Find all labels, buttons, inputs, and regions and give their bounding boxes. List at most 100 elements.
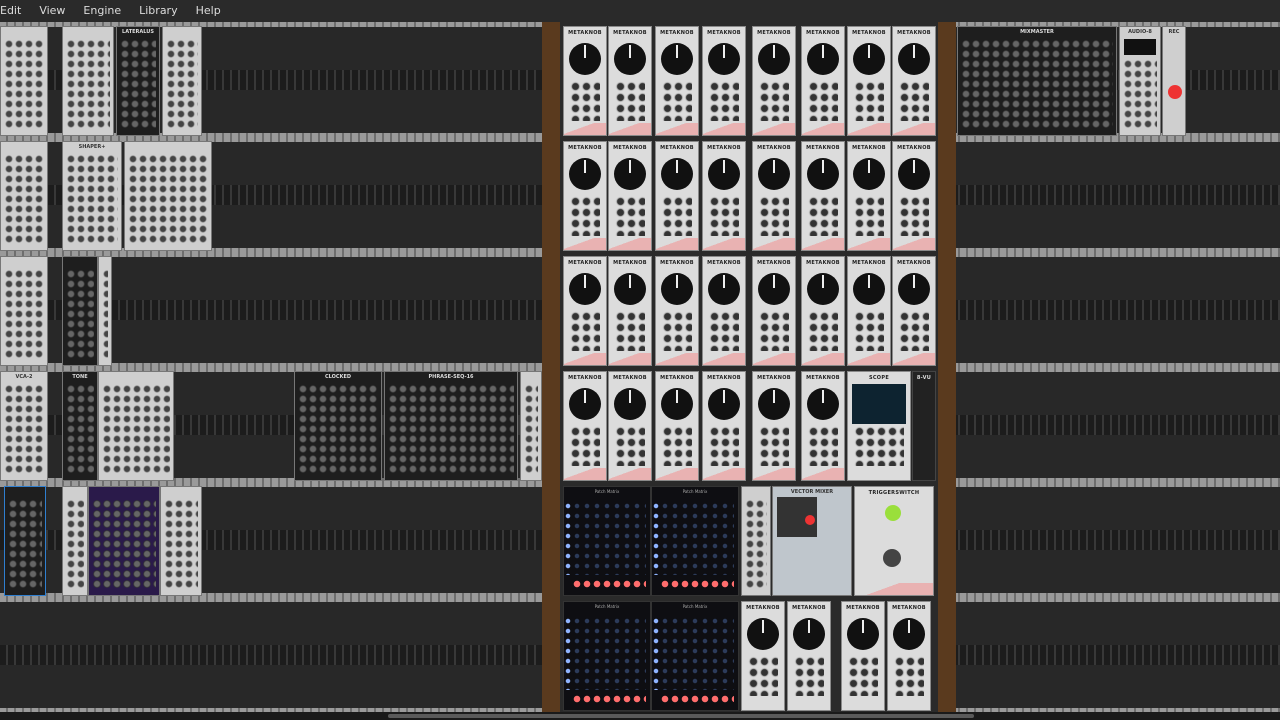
menu-engine[interactable]: Engine <box>74 0 130 22</box>
metaknob-module[interactable]: METAKNOB <box>752 141 796 251</box>
knob[interactable] <box>614 273 646 305</box>
metaknob-module[interactable]: METAKNOB <box>741 601 785 711</box>
patch-matrix[interactable]: Patch Matrix <box>563 486 651 596</box>
knob[interactable] <box>898 273 930 305</box>
metaknob-module[interactable]: METAKNOB <box>801 256 845 366</box>
metaknob-module[interactable]: METAKNOB <box>702 371 746 481</box>
module-vca[interactable]: VCA-2 <box>0 371 48 481</box>
knob[interactable] <box>807 388 839 420</box>
knob[interactable] <box>614 43 646 75</box>
menu-edit[interactable]: Edit <box>0 0 30 22</box>
knob[interactable] <box>747 618 779 650</box>
module-left-2a[interactable] <box>0 141 48 251</box>
knob[interactable] <box>898 43 930 75</box>
module-vector-mixer[interactable]: VECTOR MIXER <box>772 486 852 596</box>
metaknob-module[interactable]: METAKNOB <box>563 256 607 366</box>
knob[interactable] <box>853 43 885 75</box>
module-phrase-seq[interactable]: PHRASE-SEQ-16 <box>384 371 518 481</box>
metaknob-module[interactable]: METAKNOB <box>702 141 746 251</box>
rack-area[interactable]: LATERALUS SHAPER+ VCA-2 TONE CLOCKED PHR… <box>0 22 1280 712</box>
knob[interactable] <box>614 158 646 190</box>
knob[interactable] <box>661 158 693 190</box>
module-left-3a[interactable] <box>0 256 48 366</box>
knob[interactable] <box>758 43 790 75</box>
module-tone[interactable]: TONE <box>62 371 98 481</box>
knob[interactable] <box>569 388 601 420</box>
metaknob-module[interactable]: METAKNOB <box>801 26 845 136</box>
knob[interactable] <box>661 273 693 305</box>
metaknob-module[interactable]: METAKNOB <box>892 256 936 366</box>
knob[interactable] <box>661 388 693 420</box>
module-selected[interactable] <box>4 486 46 596</box>
module-mixer[interactable]: MIXMASTER <box>957 26 1117 136</box>
knob[interactable] <box>708 388 740 420</box>
metaknob-module[interactable]: METAKNOB <box>801 371 845 481</box>
metaknob-module[interactable]: METAKNOB <box>655 26 699 136</box>
module-left-2c[interactable] <box>124 141 212 251</box>
module-rec[interactable]: REC <box>1162 26 1186 136</box>
knob[interactable] <box>614 388 646 420</box>
module-audio8[interactable]: AUDIO-8 <box>1119 26 1161 136</box>
metaknob-module[interactable]: METAKNOB <box>892 26 936 136</box>
module-laterally[interactable]: LATERALUS <box>116 26 160 136</box>
patch-matrix[interactable]: Patch Matrix <box>563 601 651 711</box>
module-left-3c[interactable] <box>98 256 112 366</box>
metaknob-module[interactable]: METAKNOB <box>608 371 652 481</box>
menu-view[interactable]: View <box>30 0 74 22</box>
module-left-5c[interactable] <box>88 486 160 596</box>
metaknob-module[interactable]: METAKNOB <box>655 371 699 481</box>
module-shaper[interactable]: SHAPER+ <box>62 141 122 251</box>
knob[interactable] <box>898 158 930 190</box>
module-left-1b[interactable] <box>62 26 114 136</box>
module-left-5d[interactable] <box>160 486 202 596</box>
module-vu[interactable]: 8-VU <box>912 371 936 481</box>
patch-matrix[interactable]: Patch Matrix <box>651 486 739 596</box>
metaknob-module[interactable]: METAKNOB <box>752 371 796 481</box>
metaknob-module[interactable]: METAKNOB <box>841 601 885 711</box>
menu-library[interactable]: Library <box>130 0 186 22</box>
knob[interactable] <box>847 618 879 650</box>
metaknob-module[interactable]: METAKNOB <box>563 26 607 136</box>
knob[interactable] <box>569 158 601 190</box>
knob[interactable] <box>708 158 740 190</box>
metaknob-module[interactable]: METAKNOB <box>702 26 746 136</box>
metaknob-module[interactable]: METAKNOB <box>655 141 699 251</box>
horizontal-scrollbar[interactable] <box>0 712 1280 720</box>
menu-help[interactable]: Help <box>187 0 230 22</box>
module-clocked[interactable]: CLOCKED <box>294 371 382 481</box>
knob[interactable] <box>758 388 790 420</box>
metaknob-module[interactable]: METAKNOB <box>563 141 607 251</box>
metaknob-module[interactable]: METAKNOB <box>563 371 607 481</box>
module-left-3b[interactable] <box>62 256 98 366</box>
metaknob-module[interactable]: METAKNOB <box>608 141 652 251</box>
metaknob-module[interactable]: METAKNOB <box>847 26 891 136</box>
metaknob-module[interactable]: METAKNOB <box>702 256 746 366</box>
knob[interactable] <box>853 158 885 190</box>
metaknob-module[interactable]: METAKNOB <box>752 26 796 136</box>
module-left-5b[interactable] <box>62 486 88 596</box>
metaknob-module[interactable]: METAKNOB <box>847 256 891 366</box>
metaknob-module[interactable]: METAKNOB <box>801 141 845 251</box>
knob[interactable] <box>807 158 839 190</box>
metaknob-module[interactable]: METAKNOB <box>887 601 931 711</box>
knob[interactable] <box>853 273 885 305</box>
module-left-4c[interactable] <box>98 371 174 481</box>
module-left-1a[interactable] <box>0 26 48 136</box>
knob[interactable] <box>893 618 925 650</box>
module-left-4f[interactable] <box>520 371 542 481</box>
metaknob-module[interactable]: METAKNOB <box>787 601 831 711</box>
metaknob-module[interactable]: METAKNOB <box>655 256 699 366</box>
module-scope[interactable]: SCOPE <box>847 371 911 481</box>
knob[interactable] <box>807 273 839 305</box>
metaknob-module[interactable]: METAKNOB <box>608 26 652 136</box>
metaknob-module[interactable]: METAKNOB <box>847 141 891 251</box>
patch-matrix[interactable]: Patch Matrix <box>651 601 739 711</box>
knob[interactable] <box>807 43 839 75</box>
module-left-1d[interactable] <box>162 26 202 136</box>
knob[interactable] <box>793 618 825 650</box>
metaknob-module[interactable]: METAKNOB <box>892 141 936 251</box>
knob[interactable] <box>569 273 601 305</box>
scroll-thumb[interactable] <box>388 714 974 718</box>
knob[interactable] <box>758 273 790 305</box>
knob[interactable] <box>708 273 740 305</box>
